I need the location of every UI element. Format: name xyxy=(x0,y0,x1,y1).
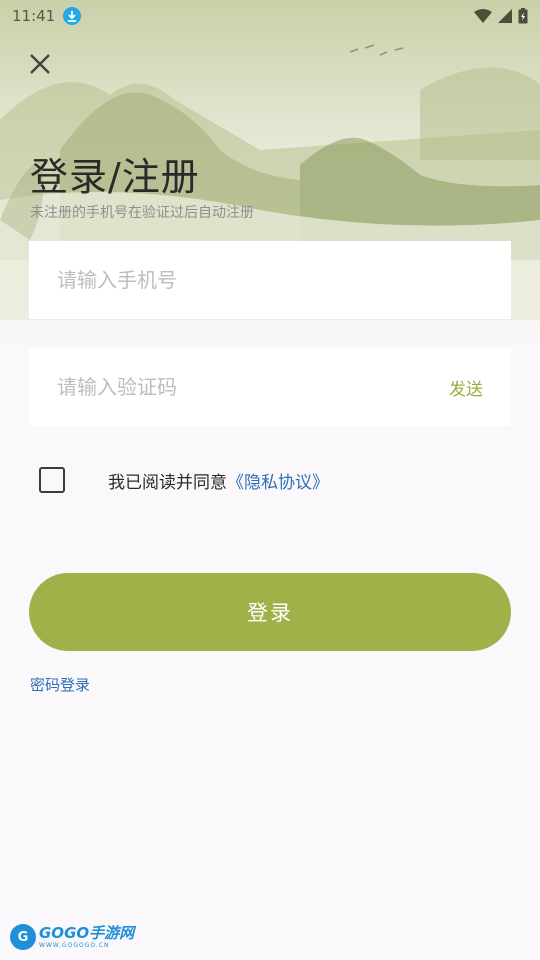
close-button[interactable] xyxy=(22,46,58,82)
status-time: 11:41 xyxy=(12,7,56,25)
phone-input[interactable] xyxy=(57,268,483,292)
code-field: 发送 xyxy=(29,348,511,426)
agreement-row: 我已阅读并同意 《隐私协议》 xyxy=(39,467,329,493)
watermark-brand: GOGO手游网 xyxy=(39,923,135,942)
battery-icon xyxy=(518,8,528,24)
signal-icon xyxy=(498,9,512,23)
privacy-policy-link[interactable]: 《隐私协议》 xyxy=(227,468,329,493)
agreement-checkbox[interactable] xyxy=(39,467,65,493)
page-subtitle: 未注册的手机号在验证过后自动注册 xyxy=(30,205,254,221)
download-icon xyxy=(63,7,82,25)
password-login-link[interactable]: 密码登录 xyxy=(30,674,90,695)
login-button[interactable]: 登录 xyxy=(29,573,511,651)
status-icons xyxy=(474,8,528,24)
page-title: 登录/注册 xyxy=(30,155,200,199)
phone-field xyxy=(29,241,511,319)
watermark-logo: G GOGO手游网 WWW.GOGOGO.CN xyxy=(10,924,134,950)
watermark-url: WWW.GOGOGO.CN xyxy=(39,941,110,949)
status-bar: 11:41 xyxy=(0,0,540,32)
verification-code-input[interactable] xyxy=(57,375,449,399)
send-code-button[interactable]: 发送 xyxy=(449,375,483,400)
close-icon xyxy=(30,54,50,74)
agreement-text: 我已阅读并同意 xyxy=(108,472,227,493)
watermark-icon: G xyxy=(10,924,36,950)
wifi-icon xyxy=(474,9,492,23)
